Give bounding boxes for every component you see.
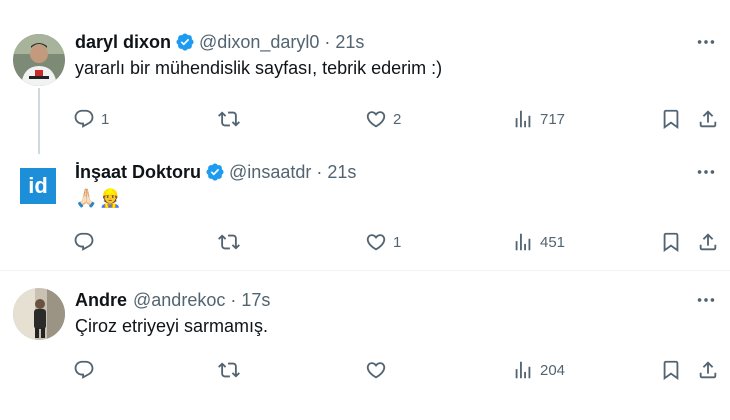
thread-line	[38, 88, 40, 154]
tweet-header: İnşaat Doktoru @insaatdr · 21s	[75, 160, 356, 184]
reply-count: 1	[101, 110, 110, 128]
share-icon	[697, 359, 719, 381]
avatar[interactable]	[13, 288, 65, 340]
brand-logo-text: id	[28, 173, 48, 198]
display-name[interactable]: daryl dixon	[75, 32, 171, 53]
tweet-header: Andre @andrekoc · 17s	[75, 288, 270, 312]
tweet-text: yararlı bir mühendislik sayfası, tebrik …	[75, 58, 443, 78]
views-button[interactable]: 717	[512, 103, 565, 135]
views-icon	[512, 359, 534, 381]
like-button[interactable]: 2	[365, 103, 401, 135]
timestamp[interactable]: 17s	[241, 290, 270, 311]
retweet-icon	[218, 231, 240, 253]
display-name[interactable]: İnşaat Doktoru	[75, 162, 201, 183]
tweet-actions: 1 451	[65, 226, 725, 258]
more-icon[interactable]	[694, 288, 718, 312]
retweet-icon	[218, 359, 240, 381]
reply-icon	[73, 231, 95, 253]
tweet-text: 🙏🏻👷	[75, 188, 124, 208]
heart-icon	[365, 359, 387, 381]
tweet-text: Çiroz etriyeyi sarmamış.	[75, 316, 269, 336]
user-handle[interactable]: @insaatdr	[229, 162, 311, 183]
share-button[interactable]	[697, 226, 719, 258]
heart-icon	[365, 231, 387, 253]
like-button[interactable]: 1	[365, 226, 401, 258]
tweet-2[interactable]: id İnşaat Doktoru @insaatdr · 21s 🙏🏻👷 1 …	[0, 160, 730, 270]
bookmark-icon	[660, 359, 682, 381]
avatar[interactable]: id	[16, 164, 60, 208]
view-count: 717	[540, 110, 566, 128]
separator-dot: ·	[316, 161, 323, 182]
reply-button[interactable]	[73, 354, 101, 386]
reply-button[interactable]	[73, 226, 101, 258]
reply-icon	[73, 108, 95, 130]
tweet-header: daryl dixon @dixon_daryl0 · 21s	[75, 30, 364, 54]
user-avatar-photo-icon	[13, 288, 65, 340]
user-handle[interactable]: @dixon_daryl0	[199, 32, 319, 53]
verified-badge-icon	[205, 162, 225, 182]
views-button[interactable]: 451	[512, 226, 565, 258]
share-icon	[697, 231, 719, 253]
view-count: 204	[540, 361, 566, 379]
like-count: 2	[393, 110, 402, 128]
reply-button[interactable]: 1	[73, 103, 109, 135]
view-count: 451	[540, 233, 566, 251]
bookmark-icon	[660, 108, 682, 130]
divider	[0, 270, 730, 271]
bookmark-button[interactable]	[660, 354, 682, 386]
reply-icon	[73, 359, 95, 381]
avatar[interactable]	[13, 34, 65, 86]
like-button[interactable]	[365, 354, 393, 386]
retweet-icon	[218, 108, 240, 130]
display-name[interactable]: Andre	[75, 290, 127, 311]
timestamp[interactable]: 21s	[327, 162, 356, 183]
more-icon[interactable]	[694, 30, 718, 54]
verified-badge-icon	[175, 32, 195, 52]
views-icon	[512, 108, 534, 130]
tweet-actions: 204	[65, 354, 725, 386]
separator-dot: ·	[324, 31, 331, 52]
views-icon	[512, 231, 534, 253]
bookmark-button[interactable]	[660, 226, 682, 258]
timestamp[interactable]: 21s	[335, 32, 364, 53]
share-icon	[697, 108, 719, 130]
more-icon[interactable]	[694, 160, 718, 184]
separator-dot: ·	[230, 289, 237, 310]
retweet-button[interactable]	[218, 354, 246, 386]
like-count: 1	[393, 233, 402, 251]
retweet-button[interactable]	[218, 103, 246, 135]
bookmark-icon	[660, 231, 682, 253]
user-handle[interactable]: @andrekoc	[133, 290, 225, 311]
heart-icon	[365, 108, 387, 130]
retweet-button[interactable]	[218, 226, 246, 258]
tweet-1[interactable]: daryl dixon @dixon_daryl0 · 21s yararlı …	[0, 30, 730, 150]
tweet-3[interactable]: Andre @andrekoc · 17s Çiroz etriyeyi sar…	[0, 288, 730, 398]
brand-logo-icon: id	[20, 168, 56, 204]
share-button[interactable]	[697, 103, 719, 135]
views-button[interactable]: 204	[512, 354, 565, 386]
bookmark-button[interactable]	[660, 103, 682, 135]
share-button[interactable]	[697, 354, 719, 386]
tweet-actions: 1 2 717	[65, 103, 725, 135]
user-avatar-photo-icon	[13, 34, 65, 86]
